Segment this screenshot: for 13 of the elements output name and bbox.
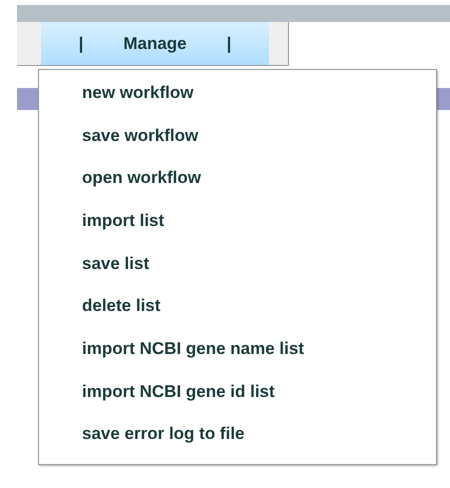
menu-item[interactable]: import list <box>82 208 436 251</box>
menu-item[interactable]: new workflow <box>82 80 436 123</box>
menu-tab[interactable]: | Manage | <box>41 22 269 65</box>
menu-item[interactable]: import NCBI gene id list <box>82 378 436 422</box>
separator-text: | <box>226 32 232 55</box>
menu-item[interactable]: import NCBI gene name list <box>82 336 436 379</box>
separator-text: | <box>78 32 84 55</box>
menu-item[interactable]: save list <box>82 250 436 294</box>
menu-item[interactable]: open workflow <box>82 165 436 208</box>
menu-label: Manage <box>123 32 187 55</box>
menu-item[interactable]: delete list <box>82 293 436 336</box>
menu-item[interactable]: save error log to file <box>82 421 436 464</box>
menu-item[interactable]: save workflow <box>82 122 436 166</box>
